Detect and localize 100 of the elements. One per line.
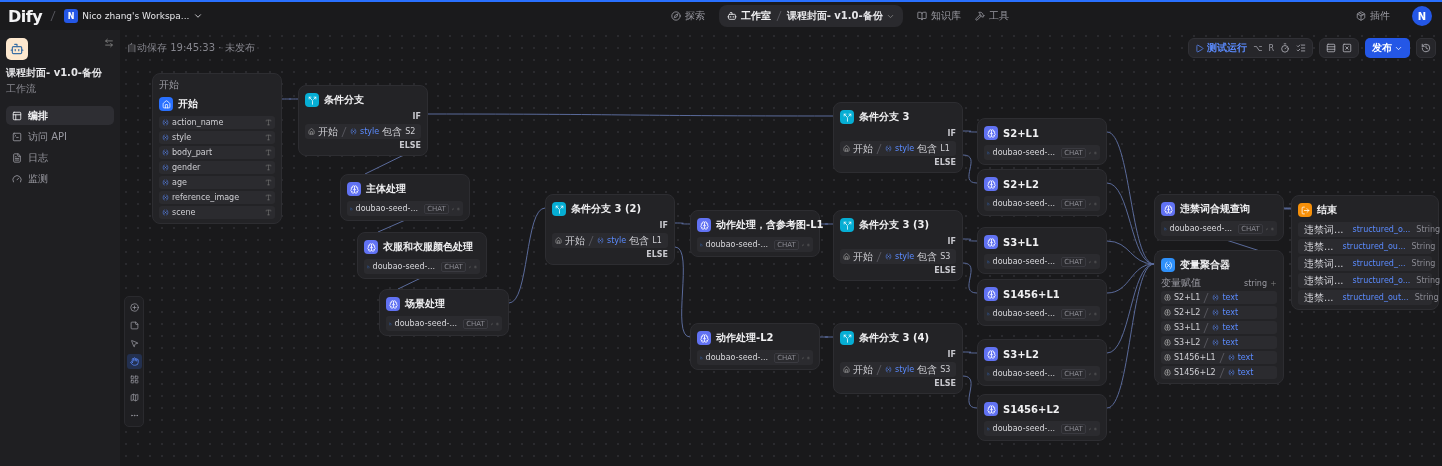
close-icon[interactable] xyxy=(1342,43,1352,53)
switch-icon[interactable] xyxy=(104,38,114,48)
house-icon xyxy=(308,128,315,135)
variable-type: String xyxy=(1416,276,1441,285)
terminal-icon xyxy=(12,131,22,142)
slash-divider xyxy=(876,363,882,376)
brain-icon xyxy=(1164,369,1171,376)
menu-item[interactable]: 日志 xyxy=(6,148,114,167)
connector-line xyxy=(819,336,834,338)
workspace-avatar: N xyxy=(64,9,79,23)
cube-icon xyxy=(1356,11,1366,21)
variable-type: String xyxy=(1411,242,1436,251)
variable-type: String xyxy=(1416,225,1441,234)
branch-icon xyxy=(305,93,319,107)
robot-icon xyxy=(726,11,737,21)
node-title: 主体处理 xyxy=(366,182,406,196)
workflow-node[interactable]: 条件分支 IF 开始 style 包含 S2 ELSE xyxy=(298,85,428,156)
nav-tab[interactable]: 探索 xyxy=(670,9,705,23)
plugins-link[interactable]: 插件 xyxy=(1356,9,1390,23)
operator: 包含 xyxy=(382,126,403,137)
node-title: S3+L1 xyxy=(1003,236,1039,248)
workflow-node[interactable]: 结束 违禁词... structured_o... String 违禁... structured_ou... String 违禁词... structured_... String 违禁词... structured_o... String 违禁... structured_out... String xyxy=(1291,195,1439,310)
node-title: 动作处理-L2 xyxy=(716,331,774,345)
tool-button[interactable] xyxy=(127,372,142,387)
variable-name: style xyxy=(607,236,627,245)
history-button[interactable] xyxy=(1416,38,1436,58)
workflow-node[interactable]: 变量聚合器 变量赋值 string S2+L1 text S2+L2 text S3+L1 text S3+L2 text S1456+L1 text S1456+L2 text xyxy=(1154,250,1284,384)
house-icon xyxy=(843,145,850,152)
variable-icon xyxy=(162,119,169,126)
nav-tab[interactable]: 工作室 xyxy=(726,9,771,23)
variable-icon xyxy=(1212,339,1220,346)
tool-button[interactable] xyxy=(127,300,142,315)
nav-tab[interactable]: 工具 xyxy=(974,9,1009,23)
rows-icon[interactable] xyxy=(1326,43,1336,53)
model-name: doubao-seed-... xyxy=(705,240,769,249)
checklist-icon[interactable] xyxy=(1296,43,1306,53)
text-type-icon xyxy=(265,134,272,141)
menu-item[interactable]: 编排 xyxy=(6,106,114,125)
variable-name: reference_image xyxy=(172,193,240,202)
shortcut-key: R xyxy=(1268,43,1274,53)
node-reference: 开始 xyxy=(318,126,338,137)
brain-icon xyxy=(1164,339,1171,346)
else-label: ELSE xyxy=(646,250,668,260)
connector-line xyxy=(281,98,299,100)
publish-button[interactable]: 发布 xyxy=(1365,38,1410,58)
node-reference: S2+L1 xyxy=(1174,293,1201,302)
tool-button[interactable] xyxy=(127,354,142,369)
workflow-node[interactable]: 开始 开始 action_name style body_part gender age reference_image scene xyxy=(152,73,282,224)
model-name: doubao-seed-... xyxy=(355,204,419,213)
app-type: 工作流 xyxy=(6,82,37,96)
text-type-icon xyxy=(265,149,272,156)
chevron-down-icon xyxy=(193,11,204,21)
workspace-switcher[interactable]: N Nico zhang's Workspa... xyxy=(64,9,204,23)
variable-name: text xyxy=(1222,338,1239,347)
workflow-node[interactable]: 条件分支 3 (3) IF 开始 style 包含 S3 ELSE xyxy=(833,210,963,281)
workflow-node[interactable]: 条件分支 3 IF 开始 style 包含 L1 ELSE xyxy=(833,102,963,173)
slash-divider xyxy=(1218,366,1225,379)
node-reference: 开始 xyxy=(853,143,873,154)
variable-type: String xyxy=(1411,259,1436,268)
tool-button[interactable] xyxy=(127,318,142,333)
app-switcher[interactable]: 课程封面- v1.0-备份 xyxy=(786,9,895,23)
node-title: 结束 xyxy=(1317,203,1337,217)
branch-icon xyxy=(552,202,566,216)
brain-icon xyxy=(984,402,998,416)
slash-divider xyxy=(876,250,882,263)
user-avatar[interactable]: N xyxy=(1412,6,1432,26)
connector-line xyxy=(962,238,978,242)
node-title: 条件分支 3 (2) xyxy=(571,202,642,216)
variable-name: text xyxy=(1222,293,1239,302)
workflow-node[interactable]: 条件分支 3 (2) IF 开始 style 包含 L1 ELSE xyxy=(545,194,675,265)
variable-icon xyxy=(162,194,169,201)
timer-icon[interactable] xyxy=(1280,43,1290,53)
operator: 包含 xyxy=(917,143,938,154)
brain-icon xyxy=(984,126,998,140)
node-title: 违禁词合规查询 xyxy=(1180,202,1250,216)
variable-icon xyxy=(885,145,892,152)
variable-icon xyxy=(1161,258,1175,272)
node-reference: 违禁... xyxy=(1304,241,1334,252)
document-icon xyxy=(12,152,22,163)
connector-line xyxy=(962,154,978,184)
connector-line xyxy=(962,262,978,294)
nav-tab[interactable]: 知识库 xyxy=(916,9,961,23)
text-type-icon xyxy=(265,194,272,201)
house-icon xyxy=(159,97,173,111)
node-title: 衣服和衣服颜色处理 xyxy=(383,240,473,254)
slash-divider xyxy=(588,234,594,247)
add-icon xyxy=(130,303,139,312)
node-reference: 违禁词... xyxy=(1304,258,1344,269)
test-run-button[interactable]: 测试运行 xyxy=(1195,41,1248,55)
workflow-node[interactable]: 条件分支 3 (4) IF 开始 style 包含 S3 ELSE xyxy=(833,323,963,394)
menu-item[interactable]: 监测 xyxy=(6,169,114,188)
menu-item[interactable]: 访问 API xyxy=(6,127,114,146)
variable-name: text xyxy=(1222,323,1239,332)
dify-logo[interactable]: Dify xyxy=(8,6,43,26)
gauge-icon xyxy=(12,173,22,184)
else-label: ELSE xyxy=(934,158,956,168)
condition-value: S3 xyxy=(940,252,951,261)
variable-name: structured_ou... xyxy=(1342,242,1406,251)
history-icon xyxy=(1421,43,1431,53)
brain-icon xyxy=(984,347,998,361)
